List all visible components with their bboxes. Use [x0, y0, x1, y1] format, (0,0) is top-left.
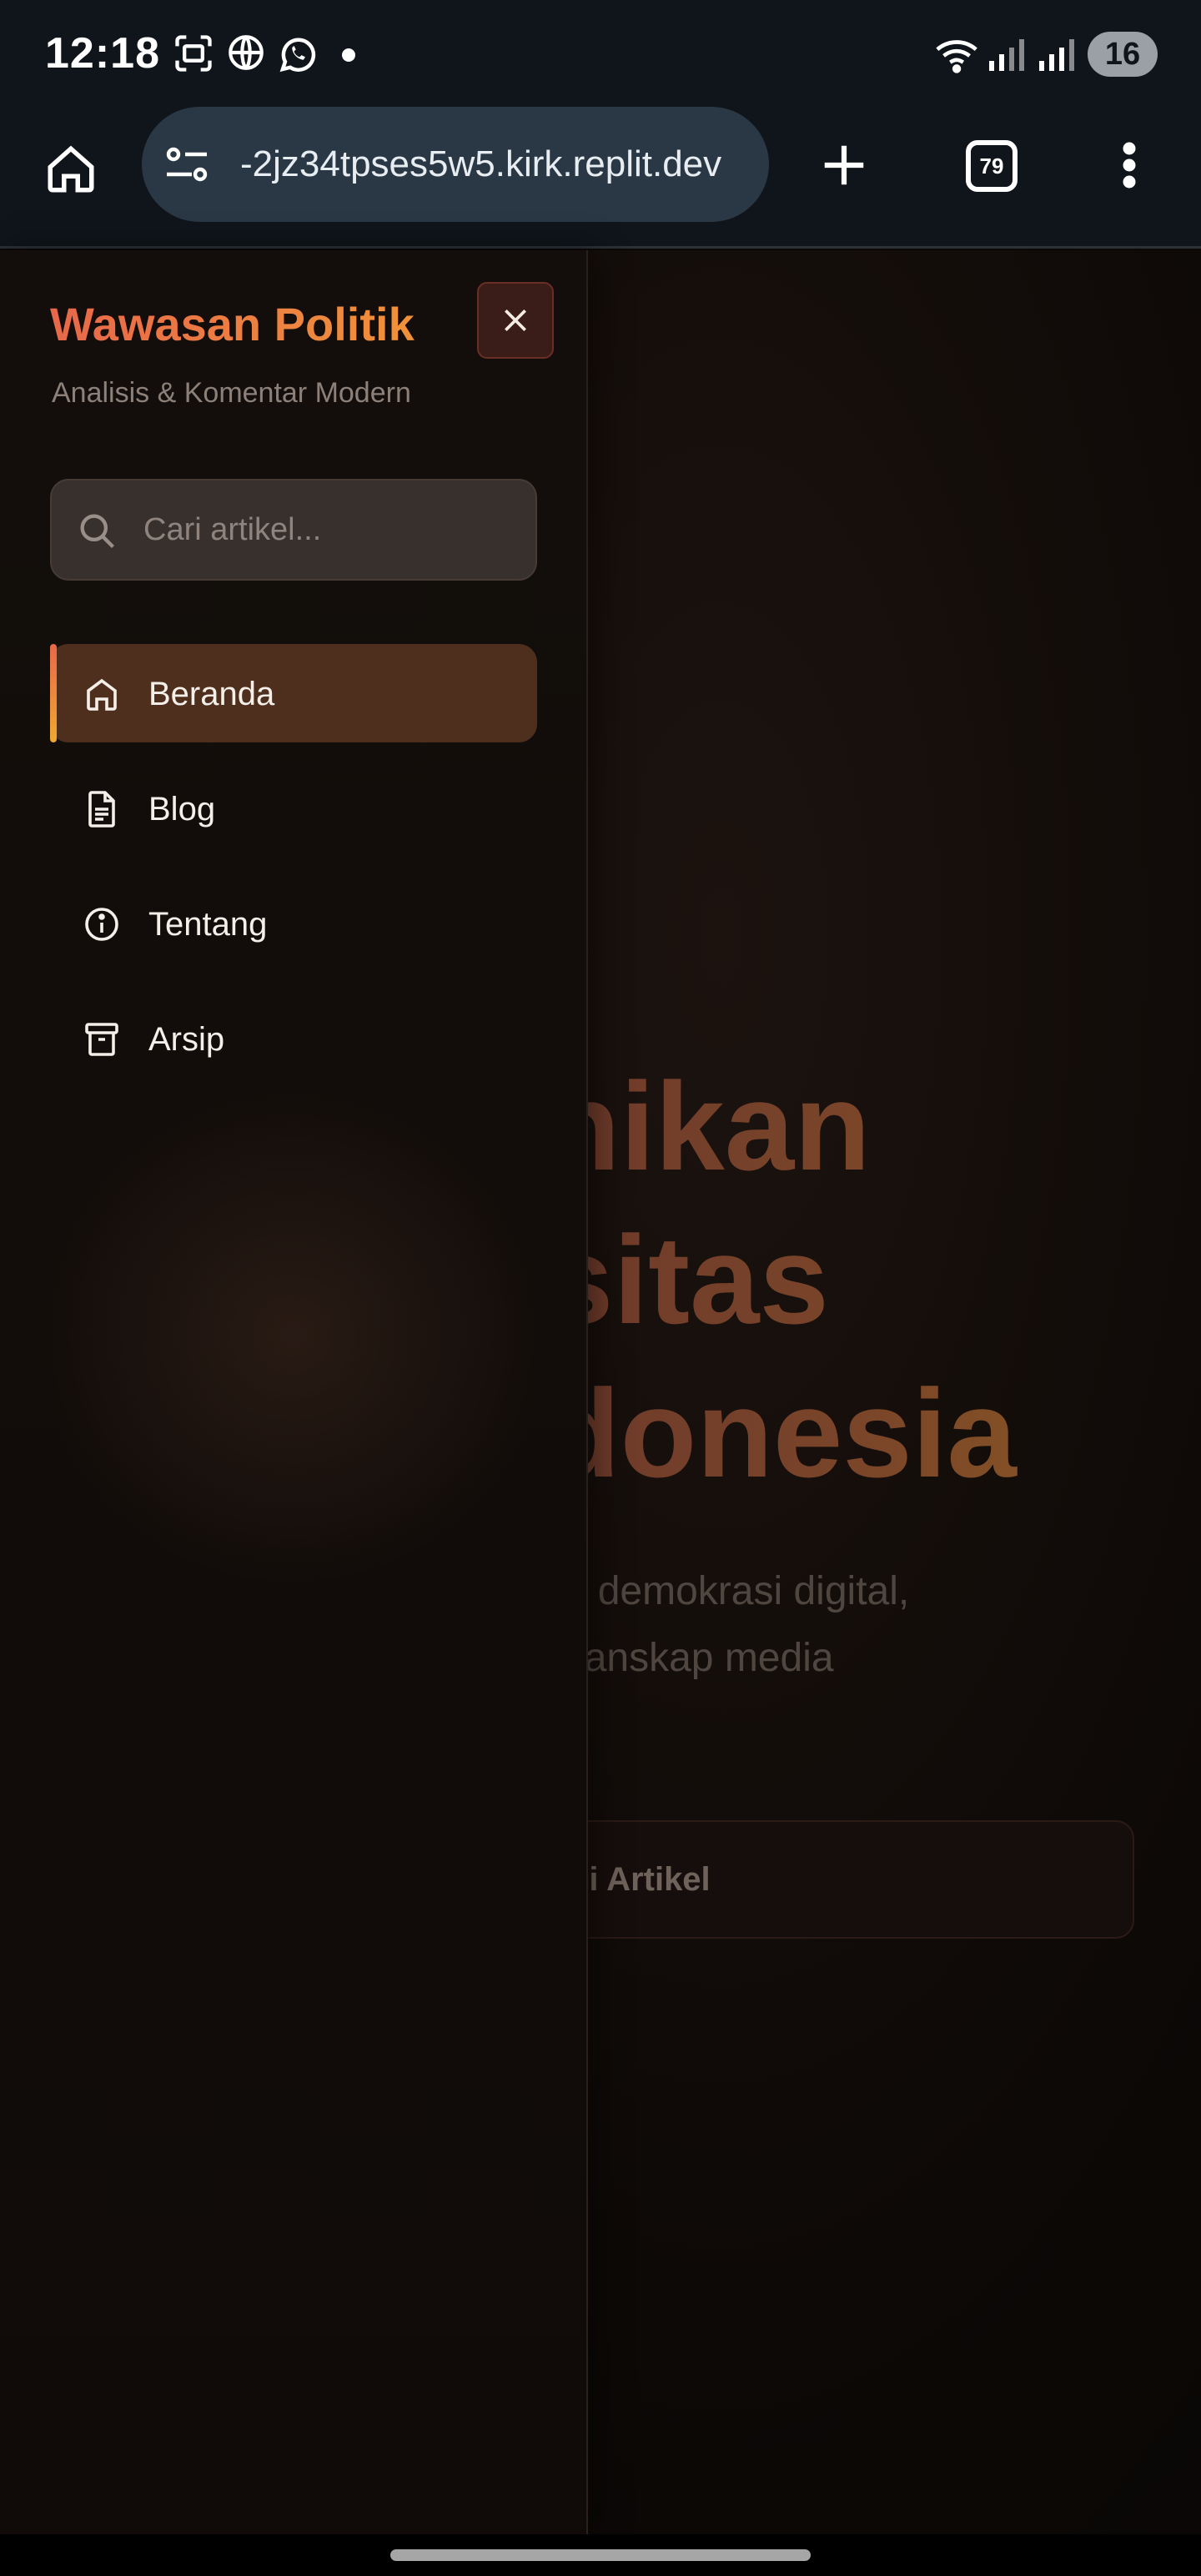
archive-icon — [85, 1023, 118, 1056]
screenshot-icon — [172, 32, 215, 79]
whatsapp-icon — [275, 32, 320, 81]
nav-label: Blog — [148, 791, 216, 828]
signal-icon — [1036, 33, 1076, 79]
hero-subtitle-line: n lanskap media — [542, 1636, 834, 1680]
globe-icon — [225, 32, 267, 78]
close-icon — [505, 309, 526, 331]
browser-toolbar: -2jz34tpses5w5.kirk.replit.dev 79 — [0, 107, 1201, 249]
wifi-icon — [934, 33, 982, 79]
nav-item-tentang[interactable]: Tentang — [50, 874, 537, 973]
brand-title[interactable]: Wawasan Politik — [50, 297, 415, 351]
url-text: -2jz34tpses5w5.kirk.replit.dev — [240, 143, 722, 184]
screen: 12:18 16 -2jz34tpses5w5.kirk.replit.dev … — [0, 0, 1201, 2576]
nav-item-beranda[interactable]: Beranda — [50, 644, 537, 742]
document-icon — [88, 791, 115, 828]
nav-item-blog[interactable]: Blog — [50, 759, 537, 858]
notification-dot — [342, 48, 355, 62]
battery-indicator: 16 — [1088, 32, 1158, 77]
close-drawer-button[interactable] — [477, 282, 554, 359]
hero-line: sitas — [544, 1203, 1178, 1356]
drawer-nav: Beranda Blog Tentang Arsip — [50, 644, 537, 1104]
menu-button[interactable] — [1109, 130, 1149, 200]
nav-item-arsip[interactable]: Arsip — [50, 989, 537, 1088]
info-icon — [85, 908, 118, 941]
nav-label: Arsip — [148, 1021, 225, 1058]
gesture-bar — [0, 2534, 1201, 2576]
home-button[interactable] — [33, 132, 108, 207]
hero-line: nikan — [544, 1049, 1178, 1203]
brand-subtitle: Analisis & Komentar Modern — [52, 377, 411, 409]
hero-subtitle: ng demokrasi digital, n lanskap media — [542, 1558, 1176, 1692]
more-vert-icon — [1123, 142, 1136, 189]
status-time: 12:18 — [45, 29, 160, 78]
new-tab-button[interactable] — [809, 130, 879, 200]
home-icon — [87, 678, 117, 711]
nav-label: Tentang — [148, 906, 268, 943]
hero-line: donesia — [544, 1356, 1178, 1510]
search-box[interactable] — [50, 479, 537, 581]
plus-icon — [824, 145, 864, 185]
gesture-handle[interactable] — [390, 2549, 811, 2561]
nav-label: Beranda — [148, 676, 275, 712]
signal-icon — [986, 33, 1026, 79]
site-settings-icon[interactable] — [163, 143, 210, 189]
hero-subtitle-line: ng demokrasi digital, — [542, 1569, 910, 1613]
drawer-glow — [33, 1084, 550, 1585]
search-icon — [75, 509, 118, 556]
status-bar: 12:18 16 — [0, 0, 1201, 107]
tab-switcher-button[interactable]: 79 — [966, 140, 1018, 192]
search-input[interactable] — [143, 480, 527, 579]
side-drawer: Wawasan Politik Analisis & Komentar Mode… — [0, 250, 588, 2534]
hero-title: nikan sitas donesia — [544, 1049, 1178, 1510]
address-bar[interactable]: -2jz34tpses5w5.kirk.replit.dev — [142, 107, 769, 222]
home-icon — [48, 145, 94, 193]
